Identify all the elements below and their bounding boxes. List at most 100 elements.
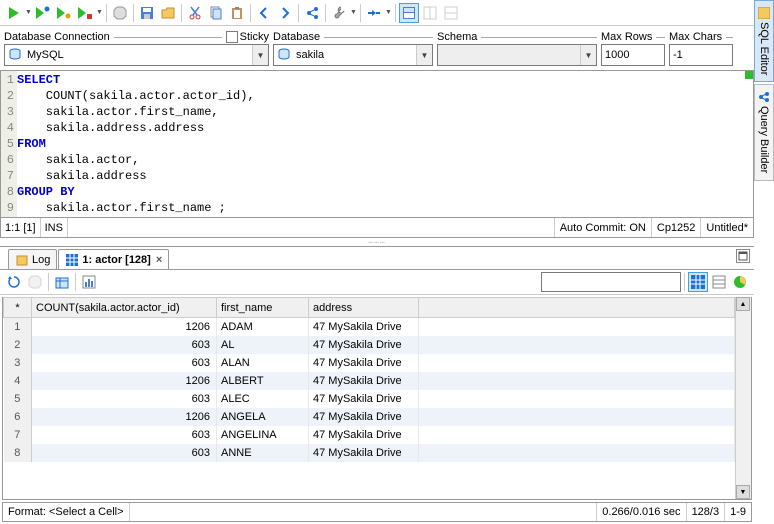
editor-status-bar: 1:1 [1] INS Auto Commit: ON Cp1252 Untit… bbox=[0, 218, 754, 238]
encoding-status: Cp1252 bbox=[651, 218, 701, 237]
vertical-scrollbar[interactable]: ▲ ▼ bbox=[735, 297, 751, 499]
next-button[interactable] bbox=[275, 3, 295, 23]
split-menu-arrow[interactable]: ▼ bbox=[385, 9, 392, 16]
table-row[interactable]: 8603ANNE47 MySakila Drive bbox=[4, 444, 735, 462]
max-rows-label: Max Rows bbox=[601, 31, 652, 43]
format-cell: Format: <Select a Cell> bbox=[3, 503, 130, 521]
cut-button[interactable] bbox=[185, 3, 205, 23]
schema-label: Schema bbox=[437, 31, 477, 43]
schema-combo[interactable]: ▼ bbox=[437, 44, 597, 66]
scroll-up-arrow[interactable]: ▲ bbox=[736, 297, 750, 311]
refresh-button[interactable] bbox=[4, 272, 24, 292]
max-chars-input[interactable] bbox=[669, 44, 733, 66]
database-label: Database bbox=[273, 31, 320, 43]
timing-cell: 0.266/0.016 sec bbox=[596, 503, 685, 521]
stop-button[interactable] bbox=[110, 3, 130, 23]
result-toolbar bbox=[0, 269, 754, 295]
auto-commit-status: Auto Commit: ON bbox=[554, 218, 651, 237]
connection-combo[interactable]: MySQL ▼ bbox=[4, 44, 269, 66]
save-button[interactable] bbox=[137, 3, 157, 23]
run-explain-button[interactable] bbox=[75, 3, 95, 23]
max-chars-label: Max Chars bbox=[669, 31, 722, 43]
side-tab-builder[interactable]: Query Builder bbox=[754, 84, 774, 180]
connection-value: MySQL bbox=[25, 49, 252, 61]
tools-button[interactable] bbox=[329, 3, 349, 23]
open-button[interactable] bbox=[158, 3, 178, 23]
view-pivot-button[interactable] bbox=[730, 272, 750, 292]
database-icon bbox=[276, 47, 292, 63]
main-toolbar: ▼ ▼ ▼ ▼ bbox=[0, 0, 754, 26]
share-button[interactable] bbox=[302, 3, 322, 23]
run-menu-arrow[interactable]: ▼ bbox=[25, 9, 32, 16]
export-grid-button[interactable] bbox=[52, 272, 72, 292]
result-search-input[interactable] bbox=[541, 272, 681, 292]
sql-editor[interactable]: 123456789 SELECT COUNT(sakila.actor.acto… bbox=[0, 70, 754, 218]
split-button[interactable] bbox=[364, 3, 384, 23]
sql-status-marker bbox=[745, 71, 753, 79]
layout-h-button[interactable] bbox=[420, 3, 440, 23]
chart-button[interactable] bbox=[79, 272, 99, 292]
max-rows-input[interactable] bbox=[601, 44, 665, 66]
tools-menu-arrow[interactable]: ▼ bbox=[350, 9, 357, 16]
col-rownum[interactable]: * bbox=[4, 298, 32, 318]
sticky-checkbox[interactable] bbox=[226, 31, 238, 43]
table-row[interactable]: 7603ANGELINA47 MySakila Drive bbox=[4, 426, 735, 444]
view-form-button[interactable] bbox=[709, 272, 729, 292]
side-tab-editor-label: SQL Editor bbox=[758, 22, 770, 75]
run-current-button[interactable] bbox=[33, 3, 53, 23]
copy-button[interactable] bbox=[206, 3, 226, 23]
line-gutter: 123456789 bbox=[1, 71, 17, 217]
tab-result-label: 1: actor [128] bbox=[82, 254, 150, 266]
tab-result[interactable]: 1: actor [128] × bbox=[58, 249, 169, 269]
table-row[interactable]: 11206ADAM47 MySakila Drive bbox=[4, 318, 735, 336]
stop-result-button[interactable] bbox=[25, 272, 45, 292]
table-row[interactable]: 5603ALEC47 MySakila Drive bbox=[4, 390, 735, 408]
side-tab-bar: SQL Editor Query Builder bbox=[754, 0, 774, 183]
database-combo[interactable]: sakila ▼ bbox=[273, 44, 433, 66]
close-icon[interactable]: × bbox=[156, 254, 162, 266]
table-row[interactable]: 3603ALAN47 MySakila Drive bbox=[4, 354, 735, 372]
paste-button[interactable] bbox=[227, 3, 247, 23]
layout-v-button[interactable] bbox=[441, 3, 461, 23]
insert-mode: INS bbox=[41, 218, 68, 237]
result-tab-row: Log 1: actor [128] × bbox=[0, 247, 754, 269]
connection-row: Database Connection Sticky MySQL ▼ Datab… bbox=[0, 26, 754, 70]
run-button[interactable] bbox=[4, 3, 24, 23]
maximize-icon[interactable] bbox=[736, 249, 750, 263]
splitter-handle[interactable]: ┄┄┄ bbox=[0, 238, 754, 246]
col-address[interactable]: address bbox=[309, 298, 419, 318]
col-firstname[interactable]: first_name bbox=[217, 298, 309, 318]
rows-info-cell: 128/3 bbox=[686, 503, 725, 521]
chevron-down-icon[interactable]: ▼ bbox=[416, 45, 432, 65]
run-script-button[interactable] bbox=[54, 3, 74, 23]
chevron-down-icon[interactable]: ▼ bbox=[252, 45, 268, 65]
toggle-results-button[interactable] bbox=[399, 3, 419, 23]
scroll-down-arrow[interactable]: ▼ bbox=[736, 485, 750, 499]
range-cell: 1-9 bbox=[724, 503, 751, 521]
prev-button[interactable] bbox=[254, 3, 274, 23]
database-value: sakila bbox=[294, 49, 416, 61]
builder-icon bbox=[758, 91, 770, 103]
log-icon bbox=[15, 253, 29, 267]
sql-icon bbox=[758, 7, 770, 19]
result-table[interactable]: * COUNT(sakila.actor.actor_id) first_nam… bbox=[3, 297, 735, 462]
side-tab-builder-label: Query Builder bbox=[758, 106, 770, 173]
table-row[interactable]: 2603AL47 MySakila Drive bbox=[4, 336, 735, 354]
tab-log[interactable]: Log bbox=[8, 249, 57, 269]
cursor-position: 1:1 [1] bbox=[1, 218, 41, 237]
chevron-down-icon[interactable]: ▼ bbox=[580, 45, 596, 65]
col-count[interactable]: COUNT(sakila.actor.actor_id) bbox=[32, 298, 217, 318]
table-row[interactable]: 61206ANGELA47 MySakila Drive bbox=[4, 408, 735, 426]
sticky-label: Sticky bbox=[240, 31, 269, 43]
mysql-icon bbox=[7, 47, 23, 63]
side-tab-editor[interactable]: SQL Editor bbox=[754, 0, 774, 82]
result-status-bar: Format: <Select a Cell> 0.266/0.016 sec … bbox=[2, 502, 752, 522]
grid-icon bbox=[65, 253, 79, 267]
connection-label: Database Connection bbox=[4, 31, 110, 43]
run-explain-menu-arrow[interactable]: ▼ bbox=[96, 9, 103, 16]
result-panel: Log 1: actor [128] × bbox=[0, 246, 754, 524]
view-grid-button[interactable] bbox=[688, 272, 708, 292]
result-table-wrap: * COUNT(sakila.actor.actor_id) first_nam… bbox=[2, 297, 752, 500]
sql-code[interactable]: SELECT COUNT(sakila.actor.actor_id), sak… bbox=[17, 71, 753, 217]
table-row[interactable]: 41206ALBERT47 MySakila Drive bbox=[4, 372, 735, 390]
